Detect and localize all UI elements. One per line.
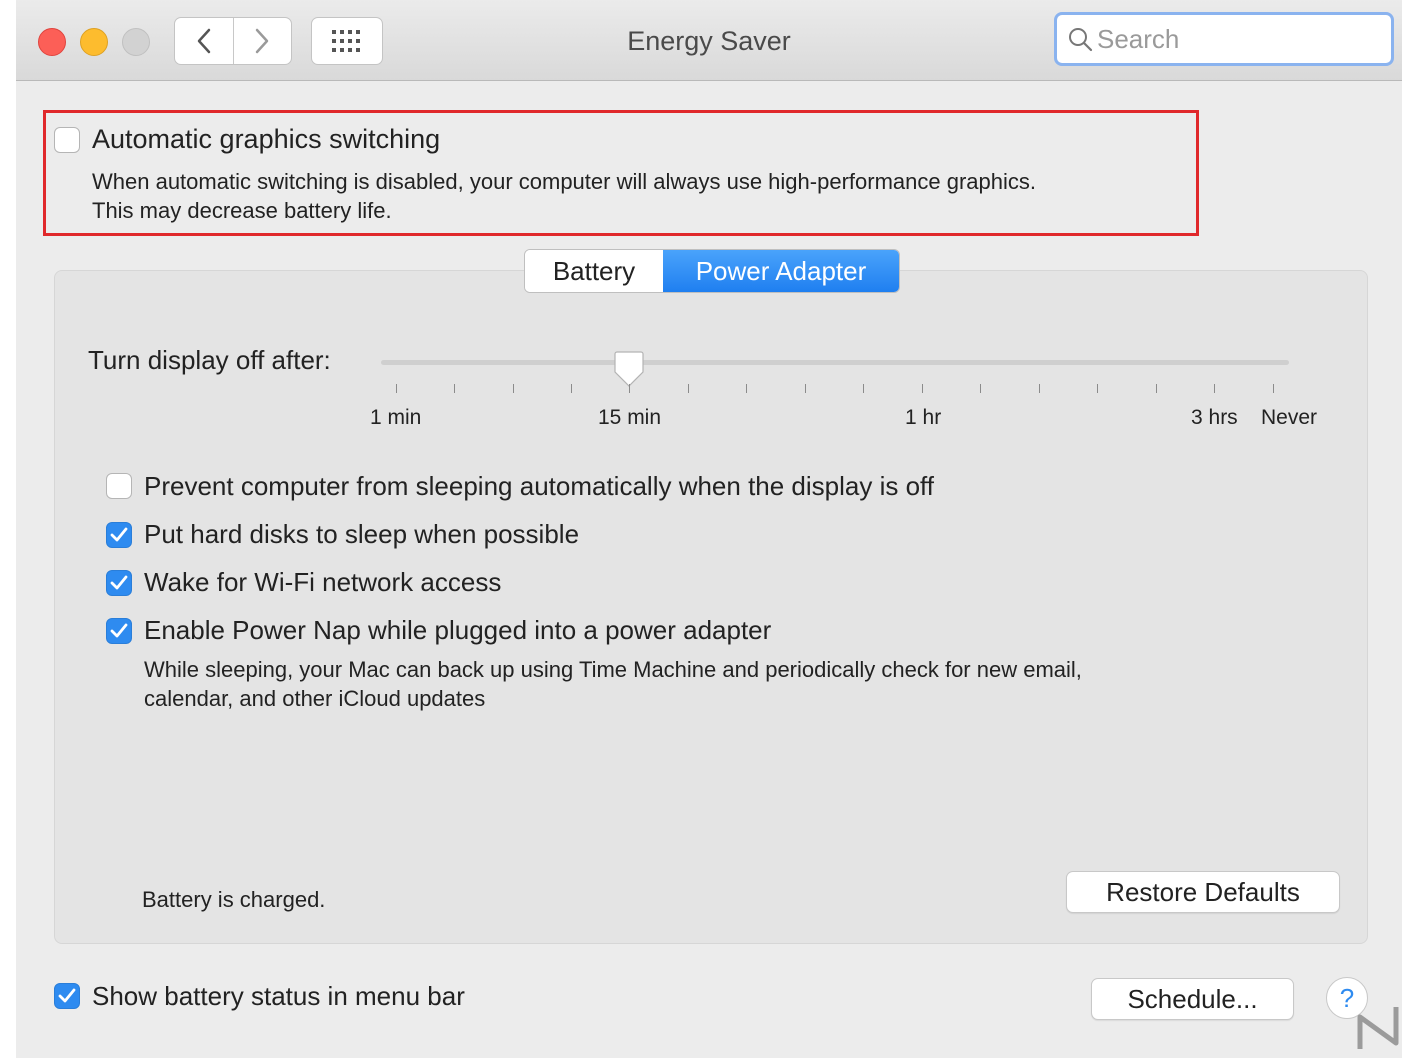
slider-tick [454,384,455,393]
tick-label-15-min: 15 min [598,406,662,429]
checkmark-icon [110,575,128,590]
search-field[interactable] [1054,12,1394,66]
slider-tick [980,384,981,393]
checkmark-icon [110,623,128,638]
watermark-logo-icon [1357,1007,1399,1049]
prevent-sleep-checkbox[interactable] [106,473,132,499]
display-off-slider-thumb[interactable] [613,350,645,388]
show-battery-status-label: Show battery status in menu bar [92,981,465,1011]
display-off-slider-track[interactable] [381,360,1289,365]
tick-label-3-hrs: 3 hrs [1191,406,1238,429]
tick-label-1-hr: 1 hr [905,406,942,429]
title-bar: Energy Saver [16,0,1402,81]
restore-defaults-button[interactable]: Restore Defaults [1066,871,1340,913]
energy-saver-window: Energy Saver Automatic graphics switchin… [16,0,1402,1058]
display-off-label: Turn display off after: [88,345,331,375]
slider-tick [396,384,397,393]
power-nap-label: Enable Power Nap while plugged into a po… [144,615,772,645]
slider-tick [922,384,923,393]
graphics-switching-checkbox[interactable] [54,127,80,153]
tab-bar: Battery Power Adapter [524,249,900,293]
search-icon [1067,26,1093,52]
checkmark-icon [58,988,76,1003]
wake-wifi-label: Wake for Wi-Fi network access [144,567,502,597]
checkmark-icon [110,527,128,542]
slider-tick [1214,384,1215,393]
graphics-switching-description: When automatic switching is disabled, yo… [92,169,1036,194]
tab-power-adapter[interactable]: Power Adapter [663,250,899,292]
hard-disk-sleep-checkbox[interactable] [106,522,132,548]
slider-tick [1156,384,1157,393]
slider-tick [1273,384,1274,393]
slider-tick [863,384,864,393]
graphics-switching-label: Automatic graphics switching [92,124,441,154]
slider-tick [1039,384,1040,393]
power-nap-description-2: calendar, and other iCloud updates [144,686,486,711]
tab-battery[interactable]: Battery [525,250,663,292]
search-input[interactable] [1097,23,1367,55]
prevent-sleep-label: Prevent computer from sleeping automatic… [144,471,935,501]
power-nap-checkbox[interactable] [106,618,132,644]
graphics-switching-description-2: This may decrease battery life. [92,198,392,223]
show-battery-status-checkbox[interactable] [54,983,80,1009]
slider-tick [1097,384,1098,393]
slider-tick [688,384,689,393]
schedule-button[interactable]: Schedule... [1091,978,1294,1020]
slider-tick [746,384,747,393]
battery-status-text: Battery is charged. [142,887,326,912]
power-nap-description: While sleeping, your Mac can back up usi… [144,657,1082,682]
slider-tick [805,384,806,393]
slider-tick [571,384,572,393]
slider-tick [629,384,630,393]
tick-label-never: Never [1261,406,1318,429]
wake-wifi-checkbox[interactable] [106,570,132,596]
tick-label-1-min: 1 min [370,406,422,429]
hard-disk-sleep-label: Put hard disks to sleep when possible [144,519,580,549]
slider-tick [513,384,514,393]
